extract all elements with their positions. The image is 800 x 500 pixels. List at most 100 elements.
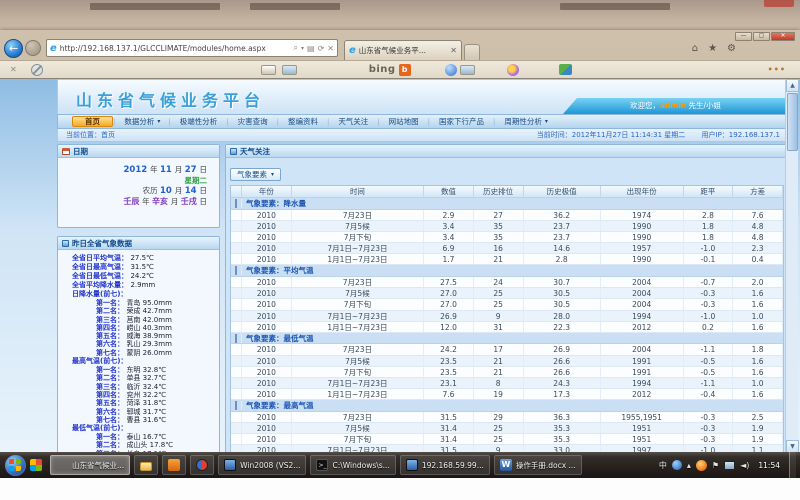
expand-checkbox-icon[interactable] — [235, 199, 237, 208]
stop-icon[interactable]: ✕ — [327, 44, 334, 53]
clock[interactable]: 11:54 — [758, 461, 780, 470]
tray-expand-icon[interactable]: ▴ — [687, 461, 691, 470]
stat-line: 全省日平均气温： 27.5℃ — [72, 254, 219, 263]
nav-item-5[interactable]: 整编资料 — [279, 116, 327, 127]
ime-icon[interactable]: 中 — [659, 460, 667, 471]
cell: 1月1日~7月23日 — [292, 254, 424, 264]
weather-attention-panel: 天气关注 气象要素▾ 年份时间数值历史排位历史极值出现年份距平方差气象要素：降水… — [225, 144, 789, 452]
forward-button[interactable] — [25, 40, 41, 56]
taskbar-button-7[interactable]: 192.168.59.99... — [400, 455, 490, 475]
mail-icon[interactable] — [282, 65, 297, 75]
minimize-button[interactable]: — — [735, 32, 752, 41]
cell: 35.3 — [524, 434, 601, 444]
toolbar-close-icon[interactable]: ✕ — [10, 65, 17, 74]
nav-item-9[interactable]: 周期性分析 — [495, 116, 551, 127]
cell: 7月下旬 — [292, 434, 424, 444]
refresh-icon[interactable]: ⟳ — [318, 44, 325, 53]
data-panel-icon — [62, 240, 69, 247]
scroll-up-icon[interactable]: ▲ — [786, 79, 799, 92]
taskbar-button-6[interactable]: >_C:\Windows\s... — [310, 455, 395, 475]
favorites-star-icon[interactable]: ★ — [708, 43, 717, 54]
rank-item: 第六名： 乳山 29.3mm — [72, 340, 219, 348]
cell: -0.4 — [684, 389, 734, 399]
cell: -0.5 — [684, 367, 734, 377]
maximize-button[interactable]: ▢ — [753, 32, 770, 41]
scroll-down-icon[interactable]: ▼ — [786, 440, 799, 452]
settings-gear-icon[interactable]: ⚙ — [727, 43, 736, 54]
username: admin — [660, 101, 686, 110]
section-header-row[interactable]: 气象要素：平均气温 — [231, 265, 783, 277]
nav-item-2[interactable]: 数据分析 — [115, 116, 163, 127]
calendar-lunar: 农历 10 月 14 日 — [58, 186, 207, 197]
cell: -1.1 — [684, 344, 734, 354]
wallet-icon[interactable] — [460, 65, 475, 75]
action-center-flag-icon[interactable]: ⚑ — [712, 461, 719, 470]
show-desktop-button[interactable] — [789, 452, 796, 478]
cell: 1990 — [601, 254, 684, 264]
calendar-line: 壬辰 年 辛亥 月 壬戌 日 — [58, 197, 207, 208]
nav-item-3[interactable]: 极端性分析 — [171, 116, 227, 127]
cell: 12.0 — [424, 322, 474, 332]
taskbar-button-3[interactable] — [162, 455, 186, 475]
bing-logo[interactable]: bing — [369, 64, 396, 75]
expand-checkbox-icon[interactable] — [235, 266, 237, 275]
bing-box-icon[interactable]: b — [399, 64, 411, 76]
start-button[interactable] — [5, 455, 26, 476]
cell: 35 — [474, 232, 524, 242]
close-button[interactable]: ✕ — [771, 32, 795, 41]
new-tab-button[interactable] — [464, 44, 480, 60]
nav-item-6[interactable]: 天气关注 — [329, 116, 377, 127]
cell: 1.8 — [684, 232, 734, 242]
cell: 1951 — [601, 423, 684, 433]
background-close-button[interactable] — [764, 0, 794, 7]
sparkle-icon[interactable] — [507, 64, 519, 76]
section-header-row[interactable]: 气象要素：最低气温 — [231, 333, 783, 345]
cell: -1.0 — [684, 243, 734, 253]
taskbar-button-8[interactable]: W操作手册.docx ... — [494, 455, 582, 475]
element-selector-button[interactable]: 气象要素▾ — [230, 168, 281, 181]
expand-checkbox-icon[interactable] — [235, 401, 237, 410]
firefox-icon[interactable] — [696, 460, 707, 471]
cell: -0.3 — [684, 288, 734, 298]
table-row: 20107月5候23.52126.61991-0.51.6 — [231, 356, 783, 367]
search-icon[interactable]: ⌕ — [294, 43, 298, 53]
card-icon[interactable] — [261, 65, 276, 75]
search-dropdown-icon[interactable]: ▾ — [301, 45, 304, 52]
cell: 7月23日 — [292, 412, 424, 422]
taskbar-button-5[interactable]: Win2008 (VS2... — [218, 455, 306, 475]
nav-item-4[interactable]: 灾害查询 — [229, 116, 277, 127]
scrollbar[interactable]: ▲ ▼ — [785, 79, 798, 452]
browser-tab[interactable]: e 山东省气候业务平... ✕ — [344, 40, 462, 60]
taskbar-button-1[interactable]: e山东省气候业... — [50, 455, 130, 475]
address-bar[interactable]: e http://192.168.137.1/GLCCLIMATE/module… — [46, 39, 338, 57]
expand-checkbox-icon[interactable] — [235, 334, 237, 343]
more-options-icon[interactable]: ••• — [768, 65, 786, 74]
section-label: 气象要素：降水量 — [242, 198, 783, 209]
cell: 9 — [474, 311, 524, 321]
pinned-app-icon[interactable] — [30, 459, 42, 471]
plugin-puzzle-icon[interactable] — [559, 64, 572, 75]
calendar-panel-title: 日期 — [73, 146, 88, 157]
section-header-row[interactable]: 气象要素：降水量 — [231, 198, 783, 210]
cell: 35 — [474, 221, 524, 231]
safety-icon[interactable] — [445, 64, 457, 76]
back-button[interactable]: ← — [4, 39, 23, 58]
table-row: 20107月23日31.52936.31955,1951-0.32.5 — [231, 412, 783, 423]
cell: 2010 — [242, 412, 292, 422]
scrollbar-thumb[interactable] — [787, 93, 798, 151]
tray-app-icon[interactable] — [672, 460, 682, 470]
cell: 1990 — [601, 232, 684, 242]
network-icon[interactable] — [724, 461, 735, 470]
nav-item-1[interactable]: 首页 — [72, 116, 113, 127]
nav-item-8[interactable]: 国家下行产品 — [430, 116, 493, 127]
compatibility-icon[interactable]: ▤ — [307, 44, 315, 53]
cell: 4.8 — [733, 221, 783, 231]
tab-title: 山东省气候业务平... — [359, 45, 448, 56]
volume-icon[interactable]: ◄) — [740, 461, 749, 470]
tab-close-icon[interactable]: ✕ — [450, 46, 457, 55]
taskbar-button-2[interactable] — [134, 455, 158, 475]
home-icon[interactable]: ⌂ — [692, 43, 698, 54]
taskbar-button-4[interactable] — [190, 455, 214, 475]
nav-item-7[interactable]: 网站地图 — [380, 116, 428, 127]
section-header-row[interactable]: 气象要素：最高气温 — [231, 400, 783, 412]
